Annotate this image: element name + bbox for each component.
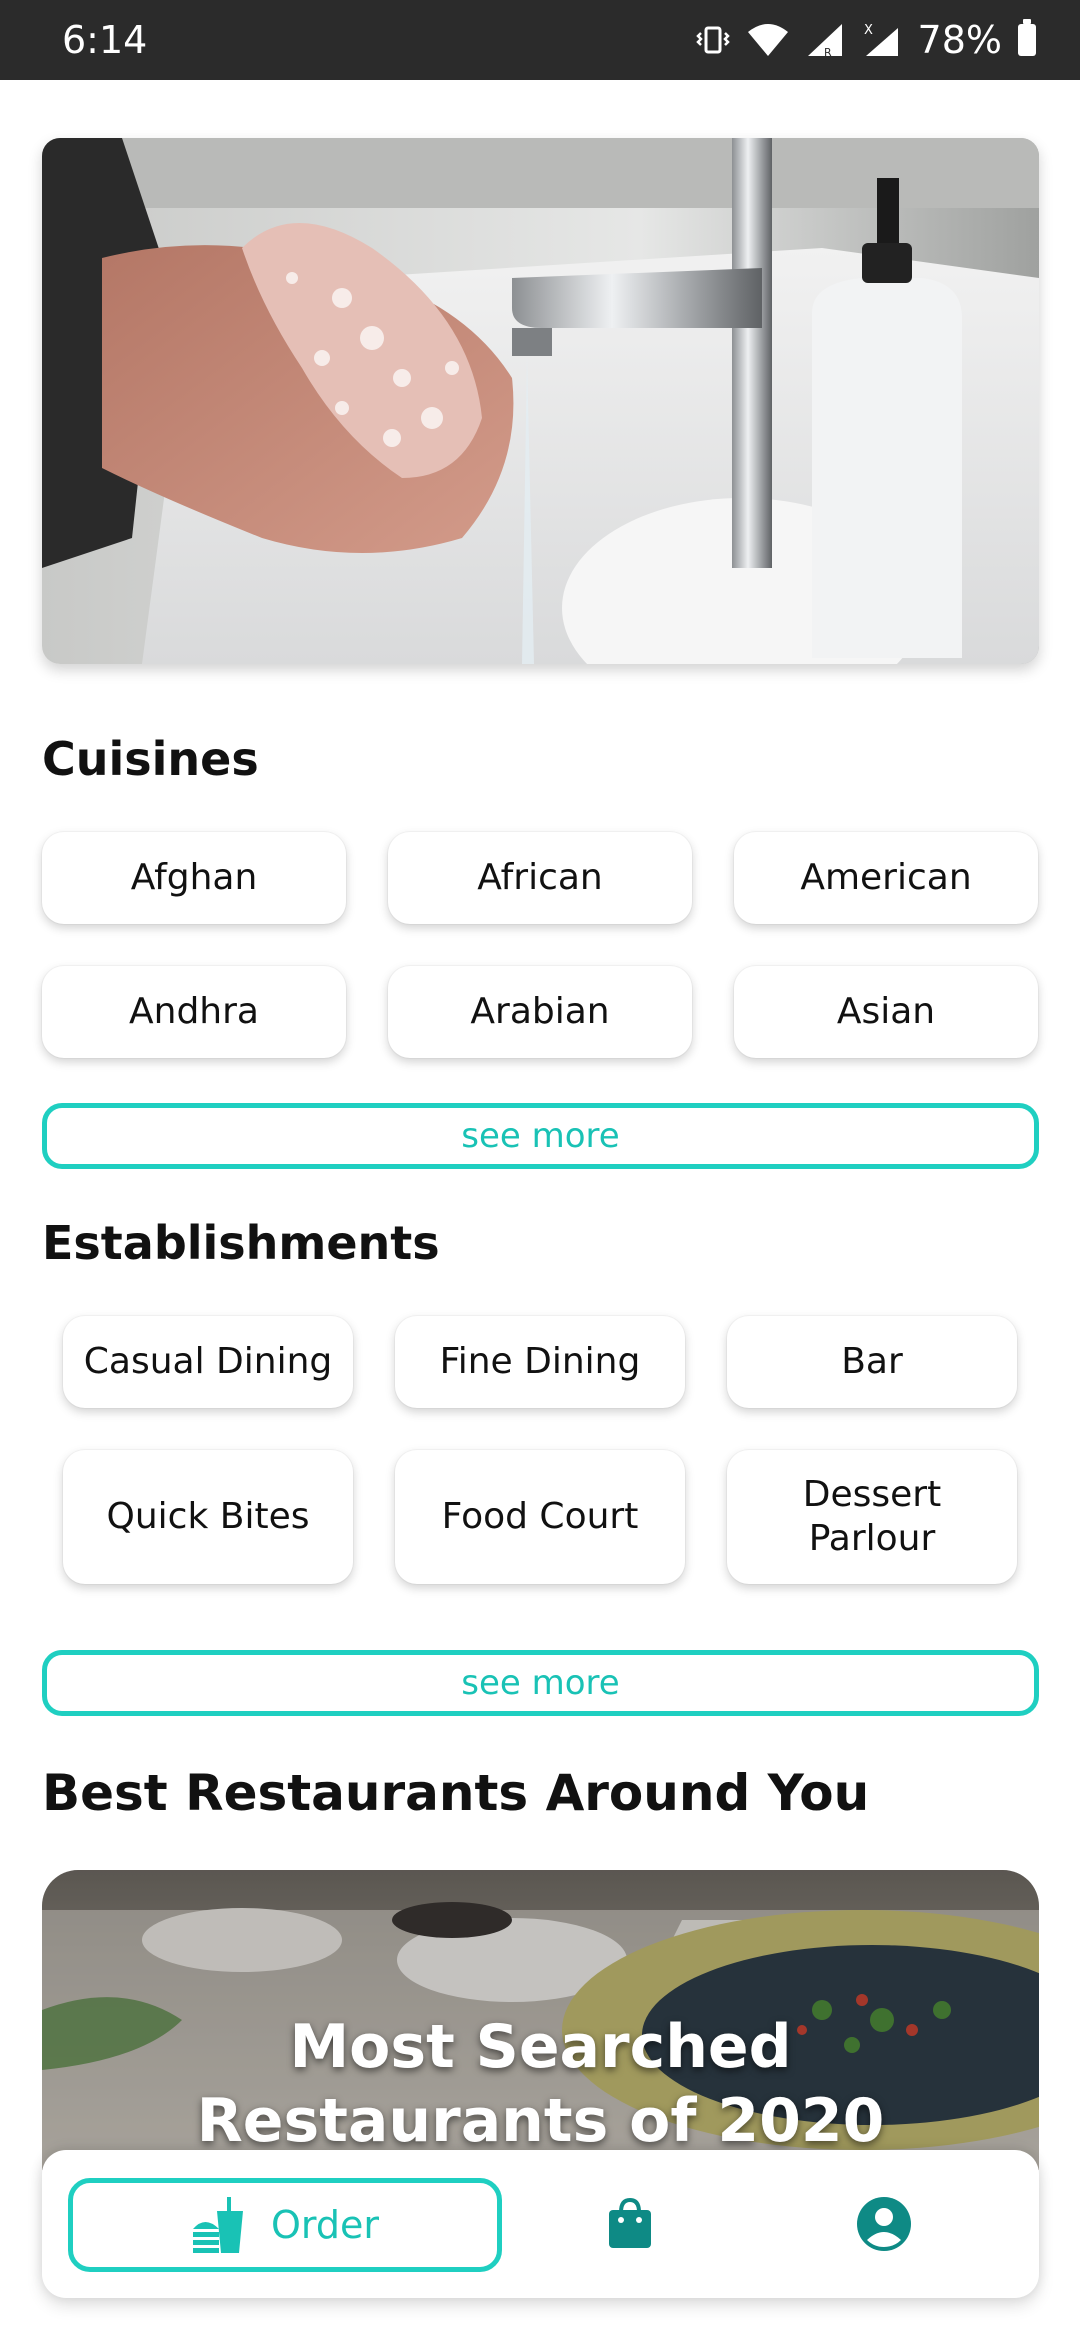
establishment-chip-bar[interactable]: Bar	[727, 1316, 1017, 1408]
cuisine-chip-asian[interactable]: Asian	[734, 966, 1038, 1058]
cuisines-title: Cuisines	[42, 732, 259, 786]
vibrate-icon	[695, 26, 730, 54]
food-order-icon	[193, 2197, 243, 2253]
signal-x-icon: X	[864, 23, 898, 56]
establishment-chip-dessert-parlour[interactable]: Dessert Parlour	[727, 1450, 1017, 1584]
hero-banner[interactable]	[42, 138, 1039, 664]
status-bar: 6:14 R X 78%	[0, 0, 1080, 80]
nav-order-button[interactable]: Order	[68, 2178, 502, 2272]
establishments-see-more-button[interactable]: see more	[42, 1650, 1039, 1716]
best-restaurants-title: Best Restaurants Around You	[42, 1764, 870, 1822]
svg-text:R: R	[824, 46, 832, 58]
hand-washing-image	[42, 138, 1039, 664]
wifi-icon	[747, 24, 788, 56]
cuisine-chip-african[interactable]: African	[388, 832, 692, 924]
svg-text:X: X	[864, 23, 873, 38]
bottom-navigation: Order	[42, 2150, 1039, 2298]
cuisine-chip-arabian[interactable]: Arabian	[388, 966, 692, 1058]
account-icon[interactable]	[856, 2196, 912, 2252]
establishment-chip-fine-dining[interactable]: Fine Dining	[395, 1316, 685, 1408]
cuisine-chip-afghan[interactable]: Afghan	[42, 832, 346, 924]
most-searched-banner[interactable]: Most Searched Restaurants of 2020	[42, 1870, 1039, 2170]
nav-order-label: Order	[271, 2203, 379, 2247]
establishments-title: Establishments	[42, 1216, 440, 1270]
cuisines-see-more-button[interactable]: see more	[42, 1103, 1039, 1169]
status-icons: R X 78%	[695, 18, 1036, 62]
status-time: 6:14	[62, 18, 148, 62]
cuisine-chip-american[interactable]: American	[734, 832, 1038, 924]
cuisine-chip-andhra[interactable]: Andhra	[42, 966, 346, 1058]
establishment-chip-casual-dining[interactable]: Casual Dining	[63, 1316, 353, 1408]
shopping-bag-icon[interactable]	[607, 2198, 653, 2250]
battery-percent: 78%	[917, 18, 1002, 62]
battery-icon	[1018, 19, 1036, 56]
banner-title: Most Searched Restaurants of 2020	[196, 2012, 885, 2156]
establishment-chip-food-court[interactable]: Food Court	[395, 1450, 685, 1584]
establishment-chip-quick-bites[interactable]: Quick Bites	[63, 1450, 353, 1584]
signal-r-icon: R	[807, 24, 842, 58]
